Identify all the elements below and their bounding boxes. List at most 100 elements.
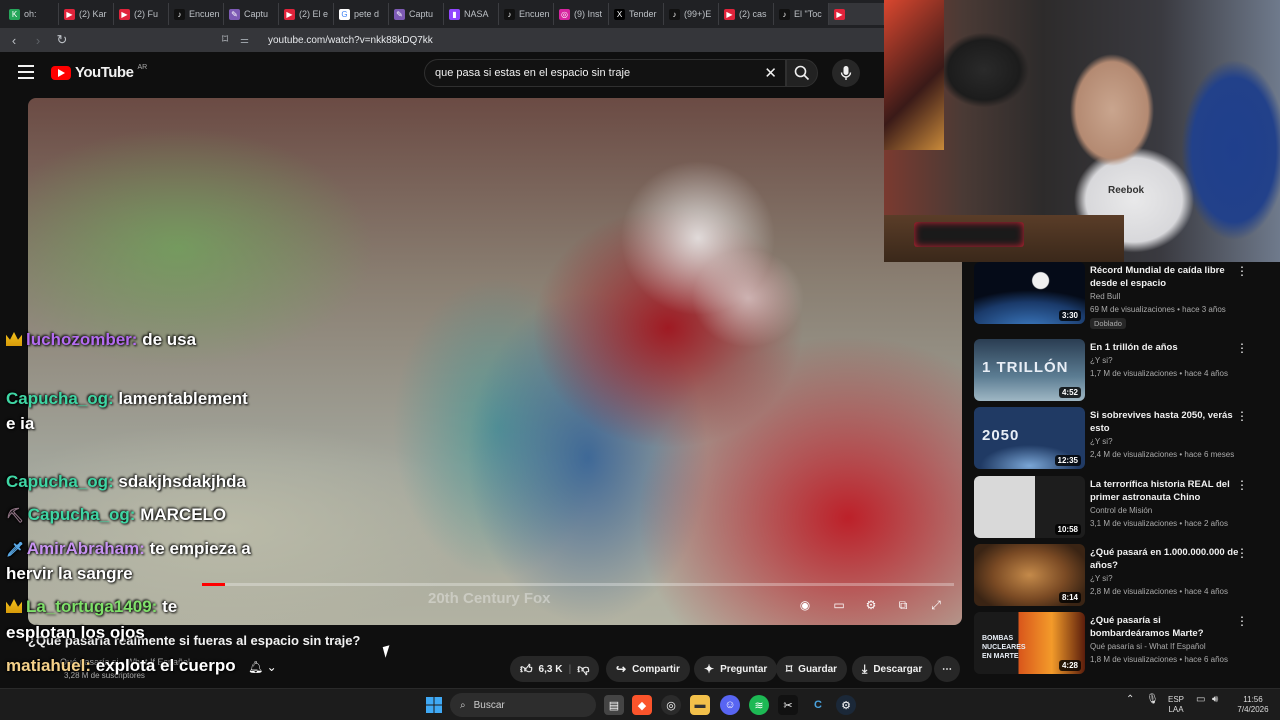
browser-tab[interactable]: ♪ Encuen xyxy=(169,3,224,25)
browser-tab[interactable]: Gpete d xyxy=(334,3,389,25)
chat-username: Capucha_og: xyxy=(27,505,136,524)
save-button[interactable]: ⌑ Guardar xyxy=(776,656,848,682)
subtitles-icon[interactable]: ▭ xyxy=(828,595,850,615)
thumbs-down-icon[interactable]: 👎︎ xyxy=(577,662,589,677)
video-thumbnail[interactable]: BOMBAS NUCLEARES EN MARTE 4:28 xyxy=(974,612,1085,674)
more-actions-button[interactable]: ⋯ xyxy=(934,656,960,682)
like-button[interactable]: 👍︎ 6,3 K | 👎︎ xyxy=(510,656,600,682)
browser-tab[interactable]: ▶ xyxy=(829,3,884,25)
browser-tab[interactable]: ✎ Captu xyxy=(224,3,279,25)
task-view-icon[interactable]: ▤ xyxy=(604,695,624,715)
chat-message: luchozomber: de usa xyxy=(6,330,196,350)
download-button[interactable]: ⤓ Descargar xyxy=(852,656,933,682)
video-thumbnail[interactable]: 2050 12:35 xyxy=(974,407,1085,469)
recommended-video[interactable]: 1 TRILLÓN 4:52 En 1 trillón de años ¿Y si? 1… xyxy=(974,339,1274,403)
recommended-channel-name[interactable]: Qué pasaría si - What If Español xyxy=(1090,642,1206,651)
more-options-icon[interactable]: ⋮ xyxy=(1236,409,1248,423)
more-options-icon[interactable]: ⋮ xyxy=(1236,614,1248,628)
share-button[interactable]: ↪ Compartir xyxy=(606,656,690,682)
browser-tab[interactable]: ♪ (99+)E xyxy=(664,3,719,25)
obs-icon[interactable]: ◎ xyxy=(661,695,681,715)
discord-icon[interactable]: ☺ xyxy=(720,695,740,715)
browser-tab[interactable]: Koh: xyxy=(4,3,59,25)
browser-tab[interactable]: ▮ NASA xyxy=(444,3,499,25)
windows-taskbar: ⌕ Buscar ▤ ◆ ◎ ▬ ☺ ≋ ✂ C ⚙ ⌃ 🎙︎ ESP LAA … xyxy=(0,688,1280,720)
more-options-icon[interactable]: ⋮ xyxy=(1236,478,1248,492)
steam-icon[interactable]: ⚙ xyxy=(836,695,856,715)
network-icon[interactable]: ▭ xyxy=(1196,695,1205,705)
search-button[interactable] xyxy=(786,59,818,87)
browser-tab[interactable]: ✎ Captu xyxy=(389,3,444,25)
browser-tab[interactable]: ♪ Encuen xyxy=(499,3,554,25)
screen: Koh: ▶ (2) Kar ▶ (2) Fu ♪ Encuen ✎ Captu ▶ (2) El … xyxy=(0,0,1280,720)
ask-button[interactable]: ✦ Preguntar xyxy=(694,656,778,682)
video-thumbnail[interactable]: 8:14 xyxy=(974,544,1085,606)
recommended-video-title[interactable]: Récord Mundial de caída libre desde el e… xyxy=(1090,264,1240,290)
recommended-video[interactable]: 8:14 ¿Qué pasará en 1.000.000.000 de años… xyxy=(974,544,1274,608)
back-icon[interactable]: ‹ xyxy=(4,30,24,50)
voice-search-button[interactable] xyxy=(832,59,860,87)
shirt-logo: Reebok xyxy=(1108,185,1145,196)
recommended-video-title[interactable]: ¿Qué pasaría si bombardeáramos Marte? xyxy=(1090,614,1240,640)
browser-tab[interactable]: ▶ (2) cas xyxy=(719,3,774,25)
browser-tab[interactable]: ♪ El "Toc xyxy=(774,3,829,25)
tab-label: Captu xyxy=(244,9,269,19)
recommended-channel-name[interactable]: Control de Misión xyxy=(1090,506,1152,515)
tray-mic-icon[interactable]: 🎙︎ xyxy=(1146,695,1159,705)
video-thumbnail[interactable]: 1 TRILLÓN 4:52 xyxy=(974,339,1085,401)
more-options-icon[interactable]: ⋮ xyxy=(1236,341,1248,355)
site-info-icon[interactable]: ⚌ xyxy=(240,35,254,46)
language-indicator[interactable]: ESP LAA xyxy=(1168,695,1184,715)
share-label: Compartir xyxy=(632,663,680,675)
forward-icon[interactable]: › xyxy=(28,30,48,50)
recommended-video[interactable]: 10:58 La terrorífica historia REAL del pr… xyxy=(974,476,1274,540)
browser-tab[interactable]: ▶ (2) Fu xyxy=(114,3,169,25)
file-explorer-icon[interactable]: ▬ xyxy=(690,695,710,715)
tab-favicon-icon: K xyxy=(9,8,20,20)
recommended-channel-name[interactable]: Red Bull xyxy=(1090,292,1120,301)
wall-poster xyxy=(884,0,944,150)
clock[interactable]: 11:56 7/4/2026 xyxy=(1234,695,1272,715)
settings-icon[interactable]: ⚙ xyxy=(860,595,882,615)
recommended-video-title[interactable]: ¿Qué pasará en 1.000.000.000 de años? xyxy=(1090,546,1240,572)
fullscreen-icon[interactable]: ⤢ xyxy=(925,595,947,615)
notification-bell-icon[interactable]: 🔔︎ ⌄ xyxy=(248,660,277,674)
recommended-channel-name[interactable]: ¿Y si? xyxy=(1090,356,1113,365)
more-options-icon[interactable]: ⋮ xyxy=(1236,546,1248,560)
tray-overflow-icon[interactable]: ⌃ xyxy=(1126,695,1134,705)
recommended-video[interactable]: 3:30 Récord Mundial de caída libre desde … xyxy=(974,262,1274,329)
search-input[interactable]: que pasa si estas en el espacio sin traj… xyxy=(424,59,786,87)
progress-bar[interactable] xyxy=(202,583,954,586)
crown-badge-icon xyxy=(6,599,22,613)
recommended-video[interactable]: BOMBAS NUCLEARES EN MARTE 4:28 ¿Qué pasarí… xyxy=(974,612,1274,676)
address-bar[interactable]: ⚌ youtube.com/watch?v=nkk88kDQ7kk xyxy=(240,31,860,49)
miniplayer-icon[interactable]: ⧉ xyxy=(892,595,914,615)
recommended-video-title[interactable]: Si sobrevives hasta 2050, verás esto xyxy=(1090,409,1240,435)
more-options-icon[interactable]: ⋮ xyxy=(1236,264,1248,278)
reload-icon[interactable]: ↻ xyxy=(52,30,72,50)
brave-browser-icon[interactable]: ◆ xyxy=(632,695,652,715)
windows-start-icon[interactable] xyxy=(424,695,444,715)
browser-tab[interactable]: X Tender xyxy=(609,3,664,25)
taskbar-search[interactable]: ⌕ Buscar xyxy=(450,693,596,717)
capcut-icon[interactable]: ✂ xyxy=(778,695,798,715)
browser-tab[interactable]: ▶ (2) El e xyxy=(279,3,334,25)
recommended-video[interactable]: 2050 12:35 Si sobrevives hasta 2050, verás… xyxy=(974,407,1274,471)
recommended-video-title[interactable]: La terrorífica historia REAL del primer … xyxy=(1090,478,1240,504)
video-thumbnail[interactable]: 10:58 xyxy=(974,476,1085,538)
youtube-logo[interactable]: YouTube AR xyxy=(51,64,147,81)
clear-search-icon[interactable]: ✕ xyxy=(764,64,777,82)
tab-favicon-icon: G xyxy=(339,8,350,20)
bookmark-icon[interactable]: ⌑ xyxy=(222,32,228,46)
browser-tab[interactable]: ▶ (2) Kar xyxy=(59,3,114,25)
recommended-channel-name[interactable]: ¿Y si? xyxy=(1090,437,1113,446)
browser-tab[interactable]: ◎ (9) Inst xyxy=(554,3,609,25)
menu-icon[interactable] xyxy=(18,65,34,79)
autoplay-toggle[interactable]: ◉ xyxy=(794,595,816,615)
video-thumbnail[interactable]: 3:30 xyxy=(974,262,1085,324)
app-c-icon[interactable]: C xyxy=(808,695,828,715)
spotify-icon[interactable]: ≋ xyxy=(749,695,769,715)
recommended-video-title[interactable]: En 1 trillón de años xyxy=(1090,341,1240,354)
volume-icon[interactable]: 🔊︎ xyxy=(1212,695,1218,705)
recommended-channel-name[interactable]: ¿Y si? xyxy=(1090,574,1113,583)
